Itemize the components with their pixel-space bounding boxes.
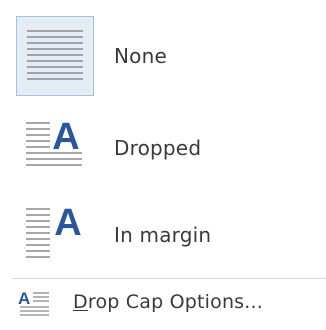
drop-cap-dropped-glyph: A — [52, 117, 79, 158]
menu-item-dropped-label: Dropped — [114, 136, 202, 160]
menu-item-in-margin-label: In margin — [114, 223, 212, 247]
drop-cap-options-button[interactable]: A Drop Cap Options... — [0, 279, 326, 330]
accelerator-key: D — [73, 291, 88, 313]
drop-cap-in-margin-glyph: A — [54, 203, 81, 244]
drop-cap-options-label: Drop Cap Options... — [73, 291, 263, 313]
drop-cap-in-margin-icon: A — [16, 203, 94, 267]
drop-cap-options-label-rest: rop Cap Options... — [87, 291, 264, 313]
drop-cap-menu: None A Dropped A In margin A Drop Cap Op… — [0, 0, 326, 330]
drop-cap-options-icon: A — [18, 289, 52, 321]
menu-item-dropped[interactable]: A Dropped — [0, 103, 326, 191]
menu-item-none-label: None — [114, 44, 167, 68]
menu-item-in-margin[interactable]: A In margin — [0, 191, 326, 276]
drop-cap-dropped-icon: A — [16, 117, 94, 179]
menu-item-none[interactable]: None — [0, 0, 326, 103]
drop-cap-options-glyph: A — [18, 289, 30, 308]
drop-cap-none-icon — [16, 16, 94, 96]
